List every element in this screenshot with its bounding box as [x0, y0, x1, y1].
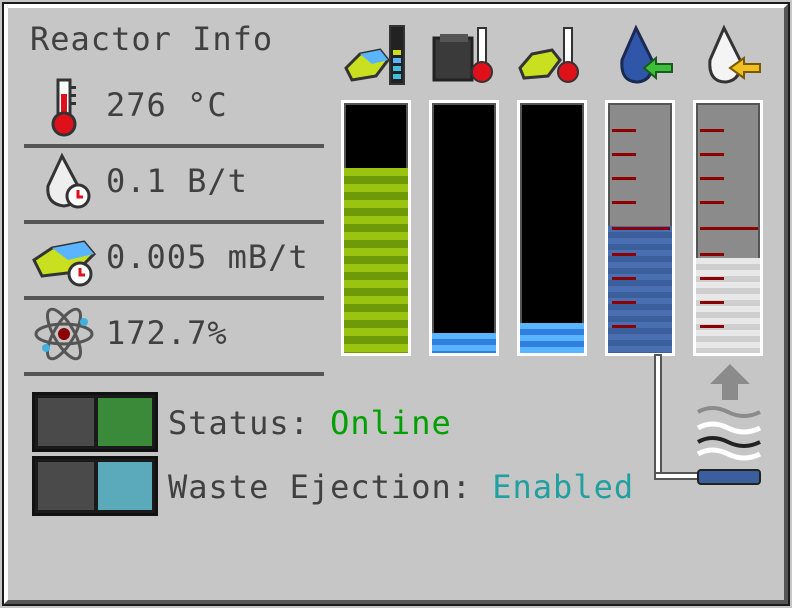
tank-gauge-tick — [700, 301, 724, 304]
status-value: Online — [330, 404, 452, 442]
tank-gauge-tick — [612, 201, 636, 204]
tank-gauge-tick — [700, 277, 724, 280]
water-drop-in-icon — [616, 24, 676, 88]
tank-gauge-tick — [700, 325, 724, 328]
fuel-clock-icon — [30, 232, 100, 288]
fuel-gauge-icon — [344, 24, 406, 88]
status-label: Status: — [168, 404, 310, 442]
toggle-off-segment — [38, 398, 94, 446]
water-pipe — [656, 356, 660, 476]
fuel-tank — [341, 100, 411, 356]
water-tank — [605, 100, 675, 356]
toggle-on-segment — [98, 462, 152, 510]
temperature-value: 276 °C — [106, 86, 228, 124]
boil-rate-value: 0.1 B/t — [106, 162, 248, 200]
toggle-on-segment — [98, 398, 152, 446]
toggle-off-segment — [38, 462, 94, 510]
coolant-drop-clock-icon — [40, 152, 96, 212]
fuel-level — [344, 168, 408, 353]
window-title: Reactor Info — [30, 20, 274, 58]
tank-gauge-tick — [612, 177, 636, 180]
waste-ejection-value: Enabled — [492, 468, 635, 506]
status-toggle[interactable] — [32, 392, 158, 452]
divider — [24, 144, 324, 148]
waste-ejection-toggle[interactable] — [32, 456, 158, 516]
steam-tank — [693, 100, 763, 356]
heated-block-icon — [432, 24, 496, 88]
heated-fuel-icon — [518, 24, 584, 88]
tank-gauge-tick — [700, 227, 758, 230]
atom-icon — [32, 302, 96, 366]
up-arrow-icon — [708, 362, 752, 402]
tank-gauge-tick — [612, 227, 670, 230]
tank-gauge-tick — [612, 129, 636, 132]
tank-gauge-tick — [700, 153, 724, 156]
tank-gauge-tick — [700, 201, 724, 204]
efficiency-value: 172.7% — [106, 314, 228, 352]
tank-gauge-tick — [612, 325, 636, 328]
heat-exchanger-icon — [694, 402, 764, 488]
tank-gauge-tick — [700, 253, 724, 256]
steam-level — [696, 258, 760, 353]
waste-ejection-label: Waste Ejection: — [168, 468, 472, 506]
status-line: Status: Online — [168, 404, 452, 442]
tank-gauge-tick — [700, 129, 724, 132]
waste-level — [520, 323, 584, 353]
divider — [24, 372, 324, 376]
tank-gauge-tick — [700, 177, 724, 180]
water-level — [608, 225, 672, 353]
waste-tank — [517, 100, 587, 356]
divider — [24, 296, 324, 300]
tank-gauge-tick — [612, 153, 636, 156]
tank-gauge-tick — [612, 277, 636, 280]
waste-ejection-line: Waste Ejection: Enabled — [168, 468, 634, 506]
tank-gauge-tick — [612, 301, 636, 304]
divider — [24, 220, 324, 224]
thermometer-icon — [44, 78, 84, 138]
steam-drop-out-icon — [704, 24, 764, 88]
tank-gauge-tick — [612, 253, 636, 256]
burn-rate-value: 0.005 mB/t — [106, 238, 309, 276]
heated-coolant-tank — [429, 100, 499, 356]
heated-coolant-level — [432, 333, 496, 353]
